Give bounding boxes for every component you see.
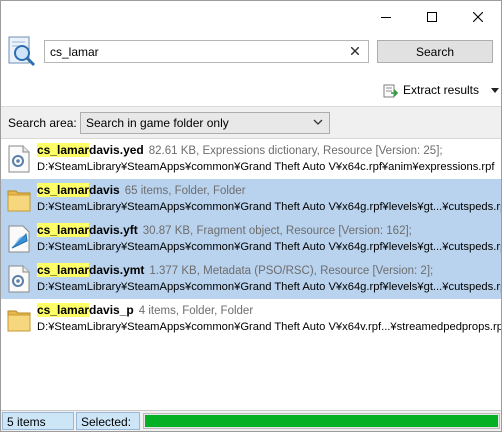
list-item[interactable]: cs_lamardavis.yft 30.87 KB, Fragment obje… — [1, 219, 501, 259]
chevron-down-icon — [313, 119, 323, 125]
list-item[interactable]: cs_lamardavis_p 4 items, Folder, Folder D… — [1, 299, 501, 339]
item-name: davis.yft — [89, 223, 138, 237]
item-name: davis.ymt — [89, 263, 145, 277]
search-area-label: Search area: — [8, 116, 77, 130]
match-text: cs_lamar — [37, 223, 90, 237]
match-text: cs_lamar — [37, 183, 90, 197]
item-path: D:¥SteamLibrary¥SteamApps¥common¥Grand T… — [37, 321, 502, 333]
results-list[interactable]: cs_lamardavis.yed 82.61 KB, Expressions d… — [1, 138, 501, 412]
clear-x-icon[interactable] — [348, 44, 362, 58]
minimize-icon — [381, 16, 391, 18]
search-area-select[interactable]: Search in game folder only — [80, 112, 330, 134]
match-text: cs_lamar — [37, 303, 90, 317]
item-path: D:¥SteamLibrary¥SteamApps¥common¥Grand T… — [37, 241, 502, 253]
extract-icon — [383, 84, 398, 97]
close-button[interactable] — [455, 1, 501, 32]
item-meta: 82.61 KB, Expressions dictionary, Resour… — [148, 145, 443, 157]
search-window: Search Extract results Search area: Sear… — [0, 0, 502, 432]
minimize-button[interactable] — [363, 1, 409, 32]
item-meta: 4 items, Folder, Folder — [138, 305, 254, 317]
status-bar: 5 items found Selected: 3 — [1, 410, 501, 431]
search-area-bar: Search area: Search in game folder only — [1, 106, 501, 138]
match-text: cs_lamar — [37, 143, 90, 157]
list-item[interactable]: cs_lamardavis.yed 82.61 KB, Expressions d… — [1, 139, 501, 179]
item-meta: 65 items, Folder, Folder — [124, 185, 246, 197]
maximize-icon — [427, 11, 437, 22]
fragment-object-icon — [8, 225, 30, 253]
item-path: D:¥SteamLibrary¥SteamApps¥common¥Grand T… — [37, 281, 502, 293]
dropdown-arrow-icon[interactable] — [491, 87, 500, 93]
selected-count: Selected: 3 — [76, 412, 140, 430]
search-button[interactable]: Search — [377, 40, 493, 63]
extract-results-label: Extract results — [403, 83, 480, 97]
list-item[interactable]: cs_lamardavis 65 items, Folder, Folder D:… — [1, 179, 501, 219]
list-item[interactable]: cs_lamardavis.ymt 1.377 KB, Metadata (PSO… — [1, 259, 501, 299]
search-field[interactable] — [44, 40, 369, 63]
folder-icon — [7, 310, 31, 332]
title-bar — [1, 1, 501, 32]
match-text: cs_lamar — [37, 263, 90, 277]
resource-file-icon — [8, 145, 30, 173]
item-meta: 1.377 KB, Metadata (PSO/RSC), Resource [… — [149, 265, 434, 277]
items-found-count: 5 items found — [2, 412, 74, 430]
item-name: davis.yed — [89, 143, 144, 157]
folder-icon — [7, 190, 31, 212]
progress-fill — [145, 415, 498, 427]
metadata-file-icon — [8, 265, 30, 293]
extract-results-button[interactable]: Extract results — [383, 80, 500, 100]
item-meta: 30.87 KB, Fragment object, Resource [Ver… — [142, 225, 412, 237]
item-name: davis — [89, 183, 120, 197]
close-icon — [473, 11, 483, 22]
search-document-icon — [8, 36, 36, 67]
item-path: D:¥SteamLibrary¥SteamApps¥common¥Grand T… — [37, 201, 502, 213]
progress-bar — [143, 413, 500, 429]
item-path: D:¥SteamLibrary¥SteamApps¥common¥Grand T… — [37, 161, 495, 173]
item-name: davis_p — [89, 303, 134, 317]
maximize-button[interactable] — [409, 1, 455, 32]
search-input[interactable] — [45, 41, 340, 62]
search-area-value: Search in game folder only — [86, 116, 229, 130]
